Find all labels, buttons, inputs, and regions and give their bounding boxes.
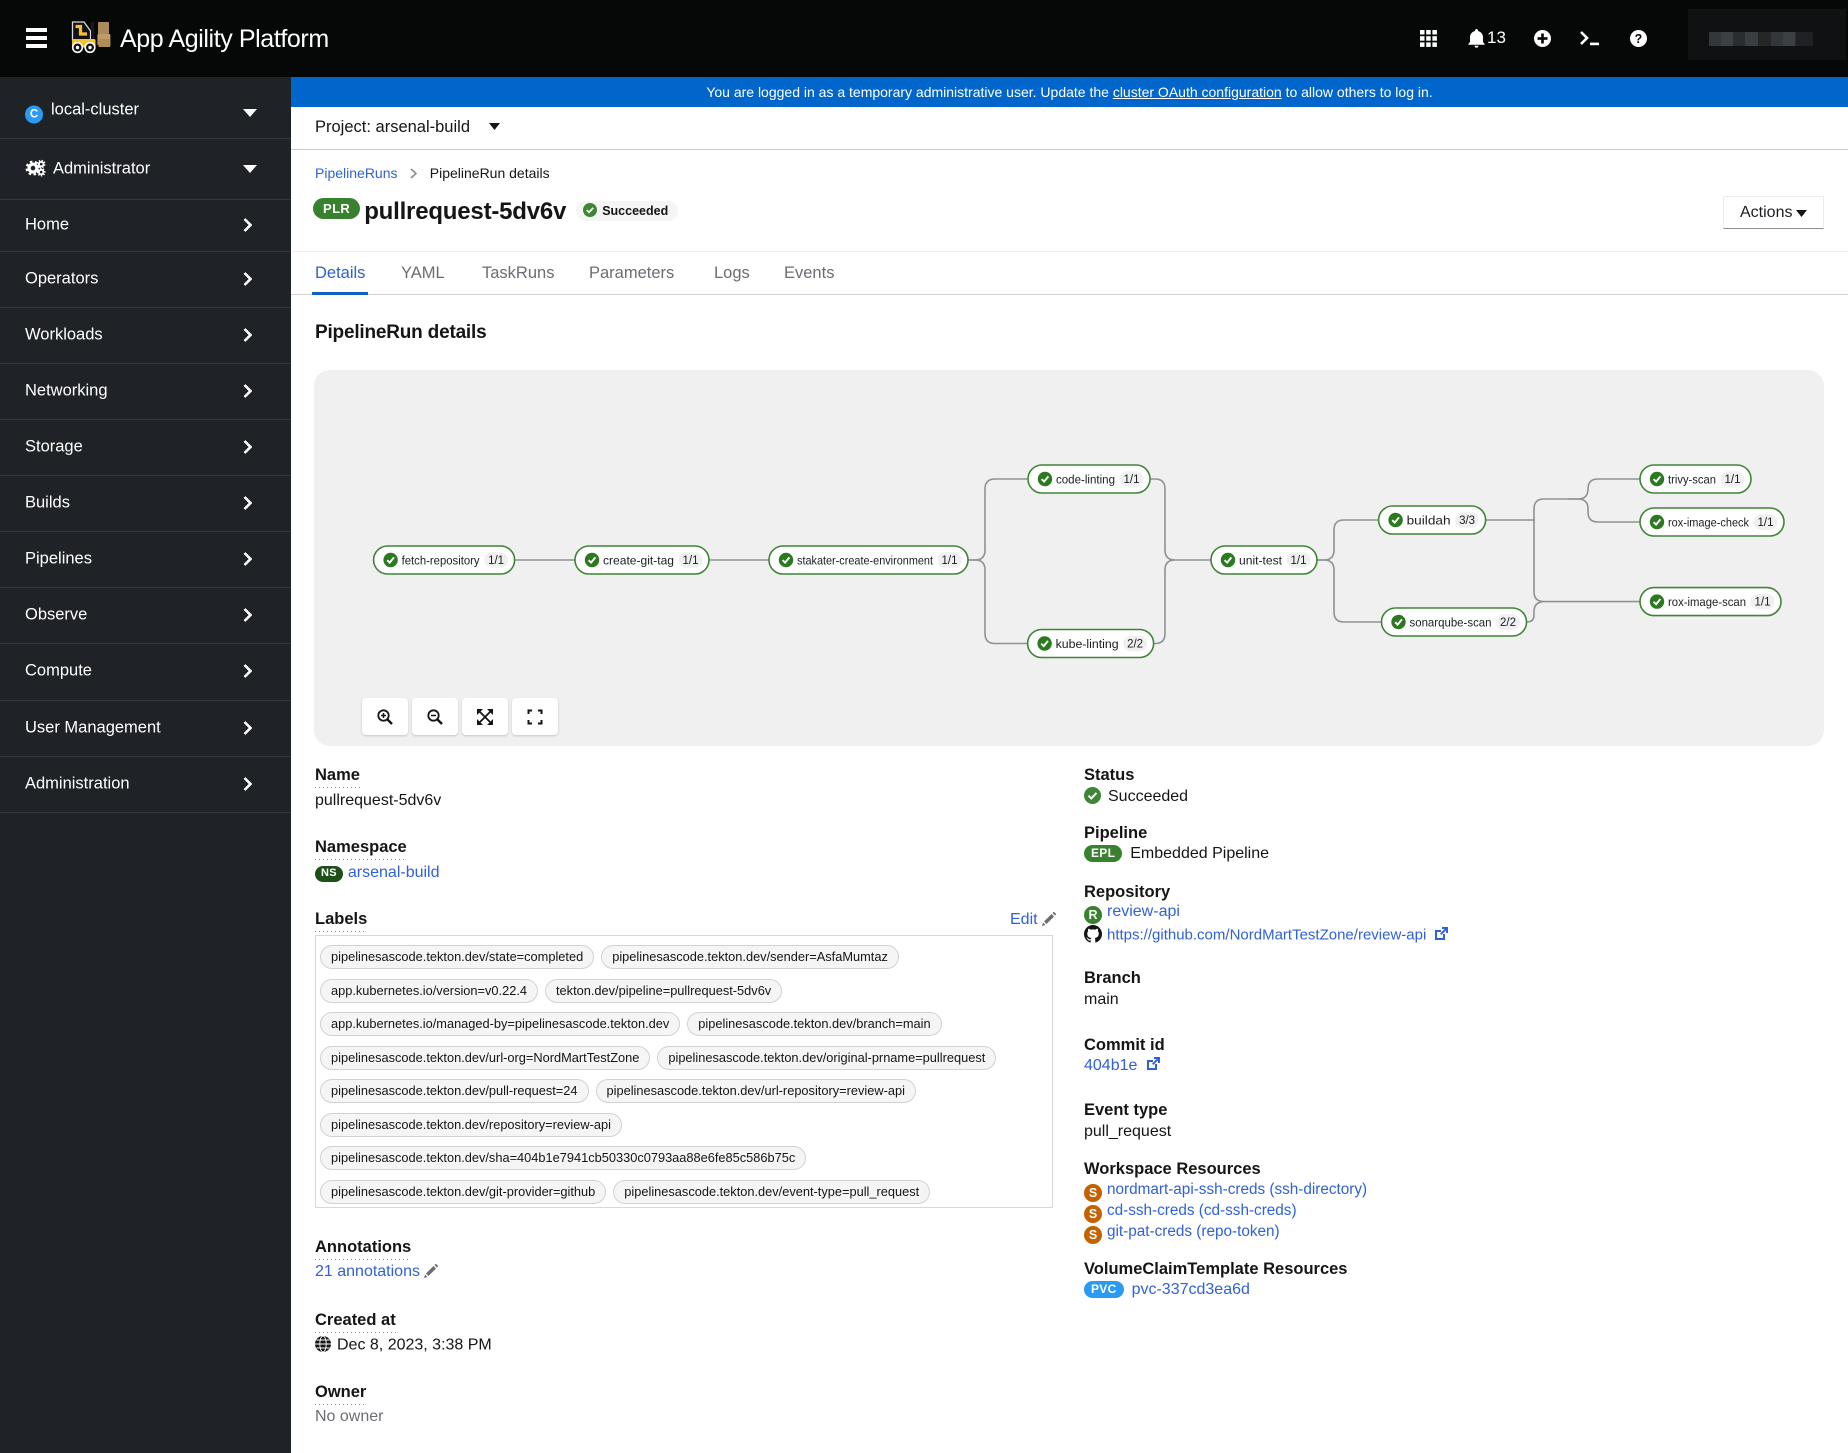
svg-text:1/1: 1/1 <box>488 555 504 567</box>
svg-text:sonarqube-scan: sonarqube-scan <box>1410 616 1492 630</box>
svg-text:2/2: 2/2 <box>1500 617 1516 629</box>
svg-text:fetch-repository: fetch-repository <box>402 554 481 568</box>
svg-text:rox-image-check: rox-image-check <box>1668 516 1750 530</box>
svg-text:kube-linting: kube-linting <box>1056 637 1119 651</box>
svg-text:unit-test: unit-test <box>1239 554 1283 568</box>
svg-text:rox-image-scan: rox-image-scan <box>1668 595 1746 609</box>
svg-text:?: ? <box>1635 32 1643 46</box>
svg-text:stakater-create-environment: stakater-create-environment <box>797 554 934 568</box>
svg-text:1/1: 1/1 <box>1755 597 1771 609</box>
svg-text:1/1: 1/1 <box>942 555 958 567</box>
svg-text:1/1: 1/1 <box>683 555 699 567</box>
svg-text:2/2: 2/2 <box>1127 639 1143 651</box>
svg-text:trivy-scan: trivy-scan <box>1668 473 1716 487</box>
svg-text:buildah: buildah <box>1407 514 1451 528</box>
svg-text:code-linting: code-linting <box>1056 473 1115 487</box>
svg-text:1/1: 1/1 <box>1124 474 1140 486</box>
svg-text:1/1: 1/1 <box>1725 474 1741 486</box>
svg-text:create-git-tag: create-git-tag <box>603 554 674 568</box>
svg-text:1/1: 1/1 <box>1291 555 1307 567</box>
svg-text:1/1: 1/1 <box>1758 517 1774 529</box>
svg-text:3/3: 3/3 <box>1459 515 1475 527</box>
